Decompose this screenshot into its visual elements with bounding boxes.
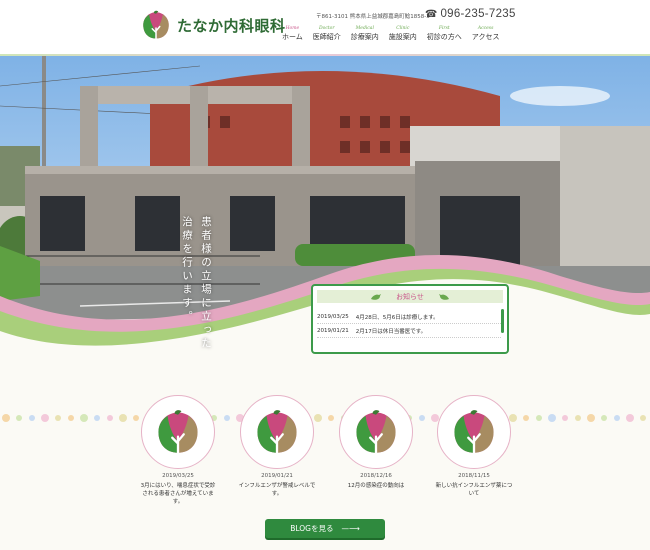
news-item[interactable]: 2019/03/25 4月28日、5月6日は診療します。 bbox=[317, 310, 501, 324]
nav-sub-label: Home bbox=[285, 26, 300, 31]
decorative-dot bbox=[119, 414, 127, 422]
decorative-dot bbox=[2, 414, 10, 422]
catchphrase-line-2: 治療を行います。 bbox=[181, 216, 193, 324]
nav-sub-label: Access bbox=[477, 26, 494, 31]
nav-sub-label: First bbox=[438, 26, 450, 31]
nav-item-doctor[interactable]: Doctor 医師紹介 bbox=[313, 26, 341, 42]
blog-date: 2019/03/25 bbox=[162, 473, 194, 479]
decorative-dots bbox=[2, 414, 646, 422]
news-date: 2019/03/25 bbox=[317, 313, 349, 320]
blog-thumbnail bbox=[339, 395, 413, 469]
phone-number-text: 096-235-7235 bbox=[440, 8, 516, 20]
decorative-dot bbox=[55, 415, 61, 421]
decorative-dot bbox=[29, 415, 35, 421]
decorative-dot bbox=[94, 415, 100, 421]
global-nav: Home ホーム Doctor 医師紹介 Medical 診療案内 Clinic… bbox=[282, 26, 509, 42]
nav-sub-label: Clinic bbox=[396, 26, 410, 31]
nav-item-access[interactable]: Access アクセス bbox=[472, 26, 500, 42]
decorative-dot bbox=[68, 415, 74, 421]
blog-card[interactable]: 2018/12/16 12月の感染症の動向は bbox=[339, 395, 413, 490]
nav-label: 施設案内 bbox=[388, 33, 417, 41]
blog-thumbnail bbox=[437, 395, 511, 469]
decorative-dot bbox=[314, 414, 322, 422]
decorative-dot bbox=[626, 414, 634, 422]
news-scrollbar[interactable] bbox=[501, 309, 504, 333]
nav-label: 初診の方へ bbox=[426, 33, 462, 41]
decorative-dot bbox=[41, 414, 49, 422]
tree-logo-icon bbox=[451, 409, 497, 455]
decorative-dot bbox=[587, 414, 595, 422]
news-text: 4月28日、5月6日は診療します。 bbox=[355, 314, 439, 321]
decorative-dot bbox=[640, 415, 646, 421]
news-date: 2019/01/21 bbox=[317, 327, 349, 334]
news-item[interactable]: 2019/01/21 2月17日は休日当番医です。 bbox=[317, 324, 501, 338]
blog-date: 2018/11/15 bbox=[458, 473, 490, 479]
blog-card[interactable]: 2019/03/25 3月にはいり、喘息症状で受診される患者さんが増えています。 bbox=[141, 395, 215, 506]
tree-logo-icon bbox=[353, 409, 399, 455]
decorative-dot bbox=[601, 415, 607, 421]
blog-excerpt: インフルエンザが警戒レベルです。 bbox=[238, 483, 316, 497]
blog-card[interactable]: 2018/11/15 新しい抗インフルエンザ薬について bbox=[435, 395, 513, 498]
tree-logo-icon bbox=[155, 409, 201, 455]
bird-icon bbox=[438, 293, 449, 300]
blog-date: 2018/12/16 bbox=[360, 473, 392, 479]
blog-excerpt: 新しい抗インフルエンザ薬について bbox=[435, 483, 513, 497]
blog-thumbnail bbox=[141, 395, 215, 469]
decorative-dot bbox=[328, 415, 334, 421]
decorative-dot bbox=[614, 415, 620, 421]
decorative-dot bbox=[523, 415, 529, 421]
nav-item-first[interactable]: First 初診の方へ bbox=[427, 26, 462, 42]
news-header: お知らせ bbox=[317, 290, 503, 303]
decorative-dot bbox=[16, 415, 22, 421]
decorative-dot bbox=[562, 415, 568, 421]
decorative-dot bbox=[80, 414, 88, 422]
nav-label: アクセス bbox=[471, 33, 500, 41]
decorative-dot bbox=[575, 415, 581, 421]
phone-number[interactable]: ☎ 096-235-7235 bbox=[425, 8, 516, 20]
decorative-dot bbox=[107, 415, 113, 421]
decorative-dot bbox=[224, 415, 230, 421]
blog-excerpt: 12月の感染症の動向は bbox=[347, 483, 405, 489]
phone-icon: ☎ bbox=[425, 8, 438, 20]
blog-card[interactable]: 2019/01/21 インフルエンザが警戒レベルです。 bbox=[238, 395, 316, 498]
blog-button-label: BLOGを見る bbox=[290, 524, 334, 533]
news-text: 2月17日は休日当番医です。 bbox=[355, 328, 427, 335]
tree-logo-icon bbox=[141, 10, 171, 40]
tree-logo-icon bbox=[254, 409, 300, 455]
logo-text: たなか内科眼科 bbox=[177, 16, 286, 35]
nav-item-home[interactable]: Home ホーム bbox=[282, 26, 303, 42]
nav-item-medical[interactable]: Medical 診療案内 bbox=[351, 26, 379, 42]
arrow-right-icon: —⟶ bbox=[341, 524, 360, 533]
site-header: たなか内科眼科 〒861-3101 熊本県上益城郡嘉島町鯰1858-3 ☎ 09… bbox=[0, 0, 650, 56]
decorative-dot bbox=[133, 415, 139, 421]
nav-label: 医師紹介 bbox=[312, 33, 341, 41]
blog-thumbnail bbox=[240, 395, 314, 469]
logo[interactable]: たなか内科眼科 bbox=[141, 10, 286, 40]
hero-catchphrase: 患者様の立場に立った 治療を行います。 bbox=[180, 216, 214, 351]
blog-excerpt: 3月にはいり、喘息症状で受診される患者さんが増えています。 bbox=[140, 483, 216, 505]
bird-icon bbox=[371, 293, 382, 300]
nav-label: ホーム bbox=[282, 33, 303, 41]
nav-label: 診療案内 bbox=[350, 33, 379, 41]
catchphrase-line-1: 患者様の立場に立った bbox=[200, 216, 212, 351]
news-list: 2019/03/25 4月28日、5月6日は診療します。 2019/01/21 … bbox=[317, 310, 501, 338]
nav-sub-label: Doctor bbox=[319, 26, 335, 31]
news-box: お知らせ 2019/03/25 4月28日、5月6日は診療します。 2019/0… bbox=[311, 284, 509, 354]
nav-sub-label: Medical bbox=[355, 26, 374, 31]
news-title: お知らせ bbox=[396, 292, 424, 301]
blog-button[interactable]: BLOGを見る —⟶ bbox=[265, 519, 385, 538]
nav-item-clinic[interactable]: Clinic 施設案内 bbox=[389, 26, 417, 42]
decorative-dot bbox=[536, 415, 542, 421]
decorative-dot bbox=[419, 415, 425, 421]
blog-date: 2019/01/21 bbox=[261, 473, 293, 479]
address-text: 〒861-3101 熊本県上益城郡嘉島町鯰1858-3 bbox=[316, 14, 430, 20]
decorative-dot bbox=[548, 414, 556, 422]
